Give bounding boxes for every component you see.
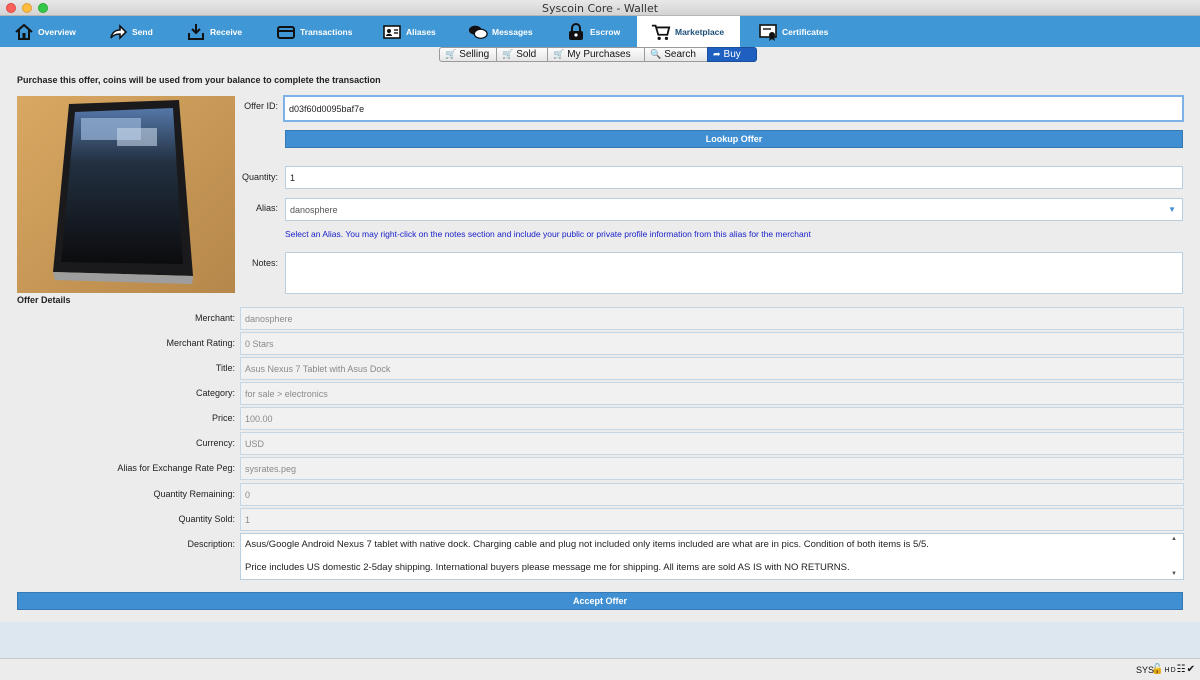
alias-label: Alias: (255, 203, 278, 213)
detail-category: for sale > electronics (240, 382, 1184, 405)
alias-selected-value: danosphere (290, 204, 338, 215)
offer-id-label: Offer ID: (244, 101, 278, 111)
nav-label: Escrow (590, 26, 621, 37)
title-bar: Syscoin Core - Wallet (0, 0, 1200, 16)
tab-sold[interactable]: 🛒 Sold (496, 47, 548, 62)
tab-label: Selling (459, 49, 490, 60)
tab-label: Buy (723, 49, 741, 60)
main-nav: Overview Send Receive Transactions Alias… (0, 16, 1200, 47)
description-line: Price includes US domestic 2-5day shippi… (245, 562, 850, 573)
lock-icon (566, 22, 586, 42)
detail-currency: USD (240, 432, 1184, 455)
detail-title: Asus Nexus 7 Tablet with Asus Dock (240, 357, 1184, 380)
accept-offer-button[interactable]: Accept Offer (17, 592, 1183, 610)
nav-label: Aliases (406, 26, 436, 37)
tab-search[interactable]: 🔍 Search (644, 47, 708, 62)
detail-price: 100.00 (240, 407, 1184, 430)
tab-my-purchases[interactable]: 🛒 My Purchases (547, 47, 645, 62)
nav-receive[interactable]: Receive (186, 16, 242, 47)
chat-bubbles-icon (468, 22, 488, 42)
nav-send[interactable]: Send (108, 16, 153, 47)
cart-icon: 🛒 (502, 49, 514, 59)
window-title: Syscoin Core - Wallet (541, 2, 659, 15)
send-arrow-icon (108, 22, 128, 42)
hd-icon: HD (1164, 667, 1177, 674)
wallet-window: Syscoin Core - Wallet Overview Send Rece… (0, 0, 1200, 680)
tab-buy[interactable]: ➦ Buy (707, 47, 757, 62)
cart-icon: 🛒 (445, 49, 457, 59)
wallet-card-icon (276, 22, 296, 42)
detail-label-exchange-peg: Alias for Exchange Rate Peg: (117, 463, 235, 473)
house-icon (14, 22, 34, 42)
nav-label: Receive (210, 26, 243, 37)
cart-icon: 🛒 (553, 49, 565, 59)
magnifier-icon: 🔍 (650, 49, 662, 59)
footer-wave-decoration (0, 622, 1200, 658)
detail-label-currency: Currency: (195, 438, 235, 448)
detail-label-description: Description: (187, 539, 235, 549)
detail-merchant: danosphere (240, 307, 1184, 330)
nav-transactions[interactable]: Transactions (276, 16, 352, 47)
network-icon[interactable]: ☷ (1177, 664, 1187, 675)
tab-label: Sold (516, 49, 537, 60)
tab-label: My Purchases (567, 49, 631, 60)
detail-label-merchant: Merchant: (194, 313, 235, 323)
chevron-down-icon[interactable]: ▼ (1168, 205, 1176, 214)
tab-selling[interactable]: 🛒 Selling (439, 47, 497, 62)
tab-label: Search (664, 49, 696, 60)
certificate-icon (758, 22, 778, 42)
offer-details-heading: Offer Details (17, 295, 71, 305)
sync-check-icon[interactable]: ✔ (1187, 664, 1196, 675)
nav-label: Overview (38, 26, 76, 37)
detail-exchange-peg: sysrates.peg (240, 457, 1184, 480)
detail-label-price: Price: (211, 413, 235, 423)
scroll-down-icon[interactable]: ▼ (1171, 571, 1177, 577)
detail-label-quantity-sold: Quantity Sold: (178, 514, 235, 524)
receive-tray-icon (186, 22, 206, 42)
detail-merchant-rating: 0 Stars (240, 332, 1184, 355)
offer-photo (17, 96, 235, 293)
nav-overview[interactable]: Overview (14, 16, 76, 47)
notes-label: Notes: (251, 258, 278, 268)
quantity-input[interactable]: 1 (285, 166, 1183, 189)
alias-hint: Select an Alias. You may right-click on … (285, 229, 811, 239)
detail-label-title: Title: (215, 363, 235, 373)
nav-escrow[interactable]: Escrow (566, 16, 620, 47)
nav-messages[interactable]: Messages (468, 16, 533, 47)
detail-label-merchant-rating: Merchant Rating: (166, 338, 235, 348)
nav-certificates[interactable]: Certificates (758, 16, 828, 47)
lock-icon[interactable]: 🔓 (1151, 664, 1164, 675)
quantity-label: Quantity: (241, 172, 278, 182)
marketplace-subtabs: 🛒 Selling 🛒 Sold 🛒 My Purchases 🔍 Search… (439, 47, 757, 62)
buy-headline: Purchase this offer, coins will be used … (17, 75, 381, 85)
detail-label-category: Category: (195, 388, 235, 398)
nav-aliases[interactable]: Aliases (382, 16, 436, 47)
arrow-icon: ➦ (713, 49, 721, 59)
nav-label: Send (132, 26, 153, 37)
nav-label: Certificates (782, 26, 829, 37)
description-textarea[interactable]: Asus/Google Android Nexus 7 tablet with … (240, 533, 1184, 580)
nav-label: Messages (492, 26, 533, 37)
description-scrollbar[interactable]: ▲ ▼ (1171, 536, 1181, 577)
status-bar: SYS 🔓HD☷✔ (0, 658, 1200, 680)
nav-marketplace[interactable]: Marketplace (637, 16, 740, 47)
detail-quantity-remaining: 0 (240, 483, 1184, 506)
lookup-offer-button[interactable]: Lookup Offer (285, 130, 1183, 148)
nav-label: Marketplace (675, 26, 725, 37)
offer-id-input[interactable]: d03f60d0095baf7e (283, 95, 1184, 122)
detail-label-quantity-remaining: Quantity Remaining: (153, 489, 235, 499)
cart-icon (651, 22, 671, 42)
detail-quantity-sold: 1 (240, 508, 1184, 531)
scroll-up-icon[interactable]: ▲ (1171, 536, 1177, 542)
id-card-icon (382, 22, 402, 42)
notes-textarea[interactable] (285, 252, 1183, 294)
description-line: Asus/Google Android Nexus 7 tablet with … (245, 539, 929, 550)
alias-select[interactable]: danosphere ▼ (285, 198, 1183, 221)
nav-label: Transactions (300, 26, 353, 37)
status-icons: 🔓HD☷✔ (1151, 664, 1196, 675)
